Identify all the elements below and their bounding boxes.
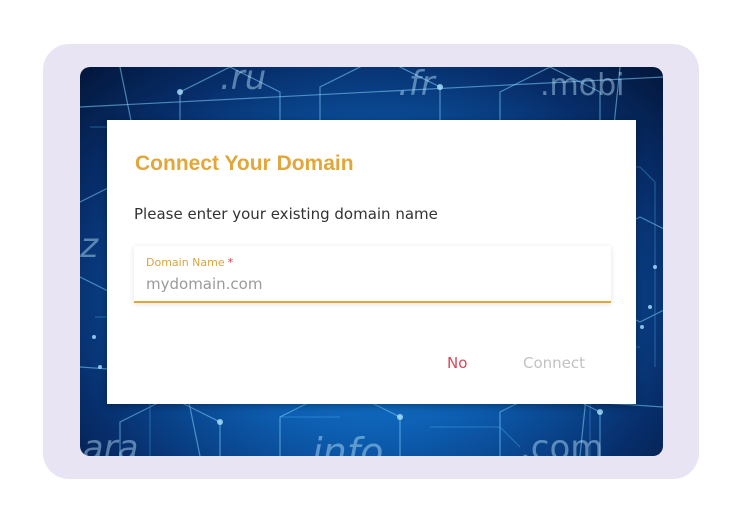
required-asterisk: * bbox=[227, 256, 234, 269]
tld-label: .fr bbox=[398, 67, 437, 104]
domain-name-label-text: Domain Name bbox=[146, 256, 225, 269]
tld-label: .com bbox=[520, 428, 603, 456]
connect-button[interactable]: Connect bbox=[523, 354, 585, 372]
connect-domain-dialog: Connect Your Domain Please enter your ex… bbox=[107, 120, 636, 404]
no-button[interactable]: No bbox=[447, 354, 467, 372]
tld-label: .ru bbox=[220, 67, 266, 98]
domain-name-field[interactable]: Domain Name * bbox=[134, 246, 611, 303]
tld-label: .ara bbox=[80, 428, 138, 456]
tld-label: .mobi bbox=[540, 68, 625, 103]
tld-label: .info bbox=[300, 430, 383, 456]
dialog-title: Connect Your Domain bbox=[135, 152, 354, 175]
tld-label: .iz bbox=[80, 226, 99, 266]
domain-name-input[interactable] bbox=[146, 273, 596, 295]
dialog-description: Please enter your existing domain name bbox=[134, 205, 438, 223]
domain-name-label: Domain Name * bbox=[146, 256, 233, 269]
